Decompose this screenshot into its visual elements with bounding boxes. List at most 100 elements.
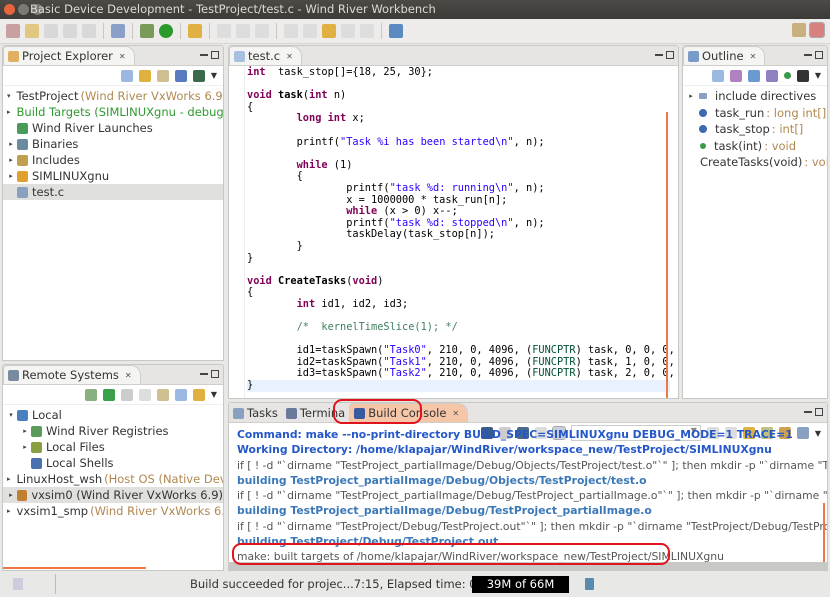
tree-item[interactable]: Local Shells: [3, 455, 223, 471]
tree-item[interactable]: task_stop : int[]: [683, 121, 827, 138]
new-wizard-icon[interactable]: [6, 24, 20, 38]
view-menu-icon[interactable]: ▼: [815, 71, 821, 80]
close-icon[interactable]: ✕: [125, 371, 132, 380]
run-icon[interactable]: [159, 24, 173, 38]
tab-test-c[interactable]: test.c ✕: [229, 46, 302, 65]
maximize-icon[interactable]: [815, 408, 823, 416]
close-icon[interactable]: ✕: [119, 52, 126, 61]
minimize-icon[interactable]: [804, 410, 812, 413]
tree-item[interactable]: ▸ Wind River Registries: [3, 423, 223, 439]
device-development-perspective-icon[interactable]: [809, 22, 825, 38]
expand-toggle-icon[interactable]: ▸: [7, 487, 15, 503]
print-icon[interactable]: [82, 24, 96, 38]
link-icon[interactable]: [192, 388, 205, 401]
remote-systems-icon: [8, 369, 19, 381]
close-icon[interactable]: ✕: [750, 52, 757, 61]
expand-toggle-icon[interactable]: ▸: [21, 423, 29, 439]
expand-toggle-icon[interactable]: ▸: [687, 88, 695, 104]
expand-toggle-icon[interactable]: ▸: [7, 503, 11, 519]
back-icon[interactable]: [341, 24, 355, 38]
collapse-all-icon[interactable]: [174, 388, 187, 401]
tree-item[interactable]: ▸ LinuxHost_wsh (Host OS (Native Develo: [3, 471, 223, 487]
tab-remote-systems[interactable]: Remote Systems ✕: [3, 365, 141, 384]
tab-tasks[interactable]: Tasks: [229, 403, 282, 422]
save-icon[interactable]: [44, 24, 58, 38]
perspective-switch-icon[interactable]: [792, 23, 806, 37]
forward-icon[interactable]: [360, 24, 374, 38]
tree-item[interactable]: ▸ include directives: [683, 88, 827, 105]
maximize-icon[interactable]: [666, 51, 674, 59]
tree-item[interactable]: ▸ SIMLINUXgnu: [3, 168, 223, 184]
tree-item[interactable]: ▸ vxsim0 (Wind River VxWorks 6.9): [3, 487, 223, 503]
collapse-all-icon[interactable]: [711, 69, 724, 82]
format-icon[interactable]: [236, 24, 250, 38]
tree-item[interactable]: ▸ vxsim1_smp (Wind River VxWorks 6.9): [3, 503, 223, 519]
save-all-icon[interactable]: [63, 24, 77, 38]
connect-icon[interactable]: [102, 388, 115, 401]
tree-item[interactable]: ▸ Build Targets (SIMLINUXgnu - debug): [3, 104, 223, 120]
collapse-all-icon[interactable]: [120, 69, 133, 82]
hide-fields-icon[interactable]: [747, 69, 760, 82]
expand-toggle-icon[interactable]: ▾: [7, 407, 15, 423]
code-editor[interactable]: int task_stop[]={18, 25, 30}; void task(i…: [247, 66, 675, 392]
view-menu-icon[interactable]: ▼: [211, 71, 217, 80]
build-icon[interactable]: [188, 24, 202, 38]
tree-item[interactable]: CreateTasks(void) : voic: [683, 154, 827, 171]
hide-non-public-icon[interactable]: [783, 72, 791, 79]
tab-outline[interactable]: Outline ✕: [683, 46, 766, 65]
disconnect-icon[interactable]: [120, 388, 133, 401]
minimize-icon[interactable]: [804, 53, 812, 56]
minimize-icon[interactable]: [200, 372, 208, 375]
tree-item[interactable]: test.c: [3, 184, 223, 200]
new-project-icon[interactable]: [156, 69, 169, 82]
link-editor-icon[interactable]: [138, 69, 151, 82]
minimize-icon[interactable]: [655, 53, 663, 56]
tree-item[interactable]: ▾ TestProject (Wind River VxWorks 6.9 Do: [3, 88, 223, 104]
expand-toggle-icon[interactable]: ▸: [7, 104, 11, 120]
new-connection-icon[interactable]: [84, 388, 97, 401]
expand-toggle-icon[interactable]: ▸: [7, 152, 15, 168]
maximize-icon[interactable]: [211, 51, 219, 59]
edit-icon[interactable]: [217, 24, 231, 38]
tab-project-explorer[interactable]: Project Explorer ✕: [3, 46, 135, 65]
debug-icon[interactable]: [140, 24, 154, 38]
refresh-icon[interactable]: [156, 388, 169, 401]
view-menu-icon[interactable]: ▼: [211, 390, 217, 399]
garbage-collect-icon[interactable]: [585, 578, 594, 590]
previous-annotation-icon[interactable]: [303, 24, 317, 38]
expand-toggle-icon[interactable]: ▸: [7, 168, 15, 184]
tree-item[interactable]: ▸ Includes: [3, 152, 223, 168]
new-file-icon[interactable]: [25, 24, 39, 38]
expand-toggle-icon[interactable]: ▸: [21, 439, 29, 455]
paragraph-icon[interactable]: [255, 24, 269, 38]
heap-status[interactable]: 39M of 66M: [472, 576, 569, 593]
next-annotation-icon[interactable]: [284, 24, 298, 38]
build-project-icon[interactable]: [192, 69, 205, 82]
hide-static-icon[interactable]: [765, 69, 778, 82]
expand-toggle-icon[interactable]: ▸: [7, 471, 11, 487]
close-window-button[interactable]: [4, 4, 15, 15]
fast-view-icon[interactable]: [13, 578, 23, 590]
maximize-icon[interactable]: [815, 51, 823, 59]
terminal-icon[interactable]: [111, 24, 125, 38]
filter-icon[interactable]: [174, 69, 187, 82]
sort-icon[interactable]: [729, 69, 742, 82]
tree-item[interactable]: ▸ Binaries: [3, 136, 223, 152]
minimize-window-button[interactable]: [18, 4, 29, 15]
close-icon[interactable]: ✕: [452, 409, 459, 418]
properties-icon[interactable]: [138, 388, 151, 401]
maximize-icon[interactable]: [211, 370, 219, 378]
open-perspective-icon[interactable]: [389, 24, 403, 38]
minimize-icon[interactable]: [200, 53, 208, 56]
hide-macros-icon[interactable]: [796, 69, 809, 82]
tree-item[interactable]: ▾ Local: [3, 407, 223, 423]
expand-toggle-icon[interactable]: ▸: [7, 136, 15, 152]
tree-item[interactable]: ▸ Local Files: [3, 439, 223, 455]
expand-toggle-icon[interactable]: ▾: [7, 88, 11, 104]
last-edit-icon[interactable]: [322, 24, 336, 38]
scrollbar[interactable]: [823, 503, 825, 570]
tree-item[interactable]: task(int) : void: [683, 138, 827, 155]
tree-item[interactable]: Wind River Launches: [3, 120, 223, 136]
tree-item[interactable]: task_run : long int[]: [683, 105, 827, 122]
close-icon[interactable]: ✕: [286, 52, 293, 61]
